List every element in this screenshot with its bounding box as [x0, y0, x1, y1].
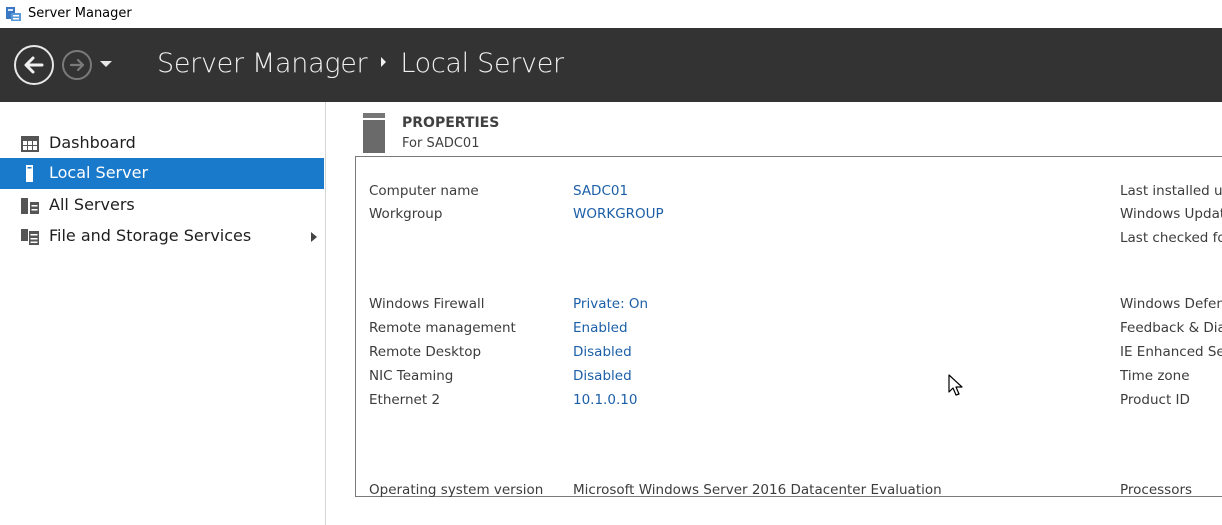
- servers-icon: [21, 198, 39, 214]
- sidebar-item-label: Local Server: [49, 163, 149, 182]
- remote-desktop-link[interactable]: Disabled: [573, 344, 632, 360]
- property-label: Computer name: [369, 183, 479, 199]
- property-label: Last checked for: [1120, 230, 1222, 246]
- forward-arrow-icon: [69, 58, 85, 72]
- properties-right-column: Last installed up Windows Update Last ch…: [1120, 157, 1222, 497]
- property-label: Time zone: [1120, 368, 1190, 384]
- breadcrumb: Server Manager Local Server: [157, 48, 564, 84]
- windows-firewall-link[interactable]: Private: On: [573, 296, 648, 312]
- property-label: Windows Defend: [1120, 296, 1222, 312]
- os-version-value: Microsoft Windows Server 2016 Datacenter…: [573, 482, 942, 498]
- property-label: Windows Firewall: [369, 296, 485, 312]
- sidebar-item-all-servers[interactable]: All Servers: [0, 190, 324, 221]
- property-label: Product ID: [1120, 392, 1190, 408]
- property-label: Remote Desktop: [369, 344, 482, 360]
- workgroup-link[interactable]: WORKGROUP: [573, 206, 664, 222]
- properties-title: PROPERTIES: [402, 115, 500, 131]
- sidebar: Dashboard Local Server All Servers File …: [0, 102, 326, 525]
- window-titlebar: Server Manager: [0, 0, 1222, 28]
- property-label: IE Enhanced Sec: [1120, 344, 1222, 360]
- ethernet-link[interactable]: 10.1.0.10: [573, 392, 637, 408]
- history-dropdown-icon[interactable]: [100, 61, 112, 67]
- breadcrumb-app[interactable]: Server Manager: [157, 48, 368, 79]
- property-label: Ethernet 2: [369, 392, 441, 408]
- storage-icon: [21, 229, 39, 245]
- breadcrumb-current: Local Server: [400, 48, 564, 79]
- properties-server-icon: [363, 113, 385, 153]
- sidebar-item-label: All Servers: [49, 195, 135, 214]
- remote-management-link[interactable]: Enabled: [573, 320, 628, 336]
- forward-button[interactable]: [62, 50, 92, 80]
- server-icon: [26, 165, 33, 182]
- header-bar: Server Manager Local Server: [0, 28, 1222, 102]
- property-label: Last installed up: [1120, 183, 1222, 199]
- property-label: Processors: [1120, 482, 1193, 497]
- property-label: Remote management: [369, 320, 516, 336]
- nic-teaming-link[interactable]: Disabled: [573, 368, 632, 384]
- sidebar-item-label: Dashboard: [49, 133, 136, 152]
- window-title: Server Manager: [28, 6, 132, 21]
- dashboard-icon: [21, 136, 39, 152]
- server-manager-app-icon: [6, 7, 21, 21]
- property-label: Operating system version: [369, 482, 544, 498]
- sidebar-item-label: File and Storage Services: [49, 226, 252, 245]
- properties-subtitle: For SADC01: [402, 136, 480, 151]
- sidebar-item-dashboard[interactable]: Dashboard: [0, 128, 324, 159]
- computer-name-link[interactable]: SADC01: [573, 183, 628, 199]
- properties-panel: Computer name SADC01 Workgroup WORKGROUP…: [355, 156, 1222, 498]
- back-arrow-icon: [24, 56, 44, 74]
- sidebar-item-local-server[interactable]: Local Server: [0, 158, 324, 189]
- property-label: Workgroup: [369, 206, 443, 222]
- submenu-arrow-icon[interactable]: [311, 232, 317, 242]
- breadcrumb-separator-icon: [381, 57, 387, 67]
- property-label: NIC Teaming: [369, 368, 454, 384]
- back-button[interactable]: [14, 45, 54, 85]
- property-label: Windows Update: [1120, 206, 1222, 222]
- mouse-pointer-icon: [948, 374, 963, 396]
- property-label: Feedback & Diag: [1120, 320, 1222, 336]
- main-content: PROPERTIES For SADC01 Computer name SADC…: [326, 102, 1222, 525]
- sidebar-item-file-storage[interactable]: File and Storage Services: [0, 221, 324, 252]
